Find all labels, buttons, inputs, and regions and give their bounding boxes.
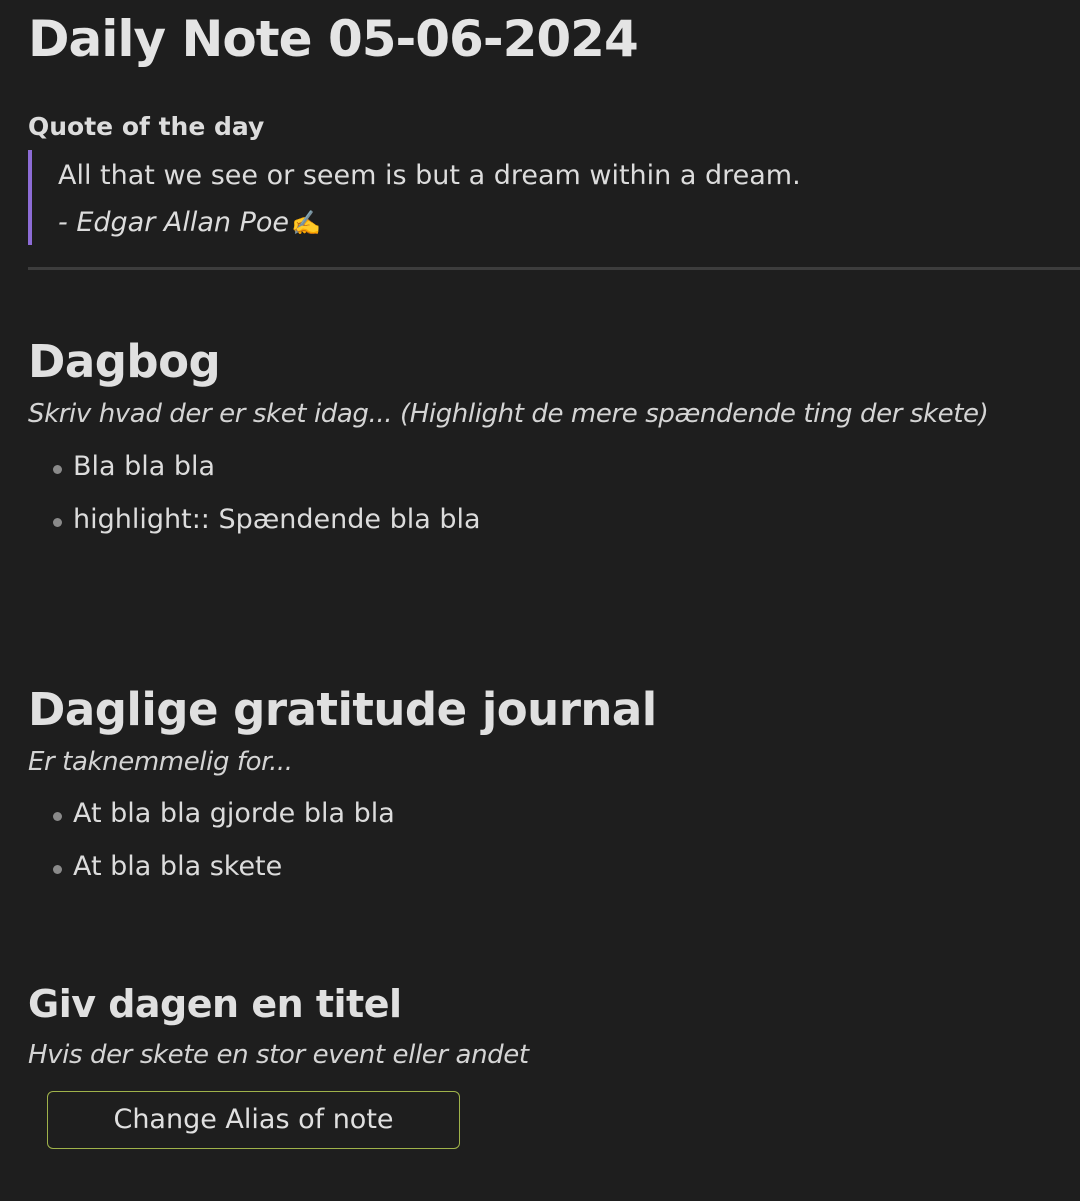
list-item[interactable]: Bla bla bla <box>52 451 481 504</box>
horizontal-rule <box>28 267 1080 270</box>
day-title-hint: Hvis der skete en stor event eller andet <box>28 1040 529 1070</box>
list-item[interactable]: highlight:: Spændende bla bla <box>52 504 481 557</box>
gratitude-hint: Er taknemmelig for... <box>28 747 293 777</box>
day-title-heading: Giv dagen en titel <box>28 982 402 1026</box>
list-item[interactable]: At bla bla skete <box>52 851 395 904</box>
quote-heading: Quote of the day <box>28 112 265 141</box>
dagbog-hint: Skriv hvad der er sket idag... (Highligh… <box>28 399 989 429</box>
writing-hand-icon: ✍️ <box>291 209 321 237</box>
quote-author-line: - Edgar Allan Poe✍️ <box>58 207 321 238</box>
quote-callout: All that we see or seem is but a dream w… <box>28 150 932 245</box>
gratitude-list: At bla bla gjorde bla bla At bla bla ske… <box>52 798 395 904</box>
list-item[interactable]: At bla bla gjorde bla bla <box>52 798 395 851</box>
dagbog-heading: Dagbog <box>28 335 221 388</box>
dagbog-list: Bla bla bla highlight:: Spændende bla bl… <box>52 451 481 557</box>
quote-text: All that we see or seem is but a dream w… <box>58 160 801 191</box>
quote-author: - Edgar Allan Poe <box>58 207 290 238</box>
change-alias-button[interactable]: Change Alias of note <box>47 1091 460 1149</box>
note-title: Daily Note 05-06-2024 <box>28 10 639 68</box>
gratitude-heading: Daglige gratitude journal <box>28 683 657 736</box>
